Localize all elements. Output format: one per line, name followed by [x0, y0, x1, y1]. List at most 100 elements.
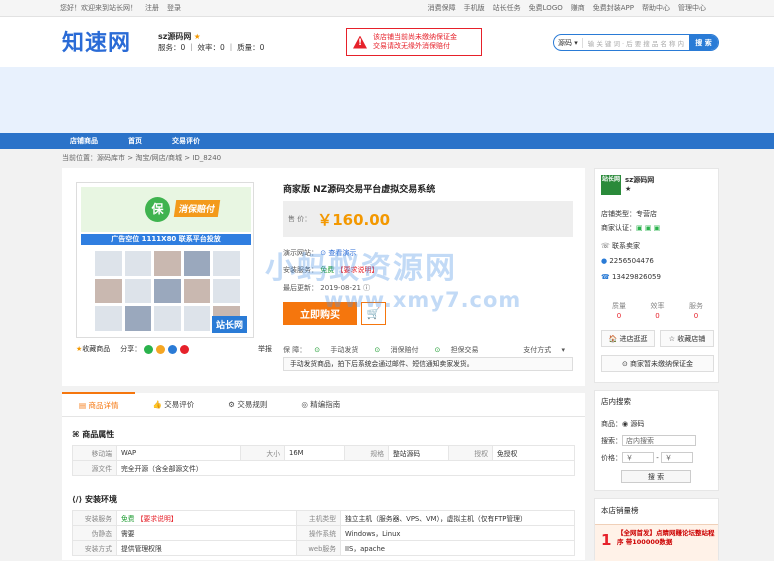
- watermark-text: 小蚂蚁资源网: [265, 251, 457, 286]
- star-icon: ★: [625, 185, 632, 193]
- deposit-warning: ! 该店铺当前尚未缴纳保证金 交易请改无缘外消保赔付: [346, 28, 482, 56]
- collect-product-link[interactable]: 收藏商品: [82, 344, 110, 354]
- site-logo[interactable]: 知速网: [62, 25, 131, 57]
- login-link[interactable]: 登录: [167, 3, 181, 13]
- attrs-title: ⌘ 商品属性: [72, 430, 115, 439]
- shop-search-input[interactable]: 店内搜索: [622, 435, 696, 446]
- collect-shop-button[interactable]: ☆ 收藏店铺: [660, 330, 714, 347]
- rank-item-title[interactable]: 【全网首发】点睛网赚论坛整站程序 带100000数据: [617, 529, 718, 547]
- env-ask-link[interactable]: 【要求说明】: [137, 515, 178, 523]
- search-type-select[interactable]: 源码 ▾: [554, 37, 583, 48]
- shop-type: 店铺类型：专营店: [601, 210, 657, 218]
- price-value: ￥160.00: [317, 210, 391, 229]
- phone-icon: ☎: [601, 273, 610, 281]
- visit-shop-button[interactable]: 🏠 进店逛逛: [601, 330, 655, 347]
- price-box: 售 价： ￥160.00: [283, 201, 573, 237]
- guarantee-manual: ⊙ 手动发货: [314, 346, 359, 354]
- search-button[interactable]: 搜 索: [689, 35, 718, 50]
- top-link-help[interactable]: 帮助中心: [642, 3, 670, 13]
- pay-method-dropdown[interactable]: 支付方式 ▾: [523, 345, 565, 355]
- product-image[interactable]: 保 消保赔付 广告空位 1111X80 联系平台投放 站长网: [76, 182, 254, 338]
- shop-stats: 服务：0 ｜ 效率：0 ｜ 质量：0: [158, 43, 265, 52]
- search-input[interactable]: 输 关 键 词 · 后 要 搜 品 名 称 内: [583, 38, 689, 48]
- search-row: 搜索： 店内搜索: [601, 435, 696, 446]
- shop-cert: 商家认证：▣ ▣ ▣: [601, 224, 661, 232]
- image-ad-strip: 广告空位 1111X80 联系平台投放: [81, 234, 251, 245]
- qq-icon[interactable]: [168, 344, 178, 354]
- shop-name[interactable]: sz源码网: [158, 32, 191, 41]
- env-table: 安装服务 免费 【要求说明】 主机类型 独立主机（服务器、VPS、VM），虚拟主…: [72, 510, 575, 556]
- shop-stats: 质量 0 效率 0 服务 0: [601, 301, 714, 321]
- contact-seller[interactable]: ☏ 联系卖家: [601, 241, 640, 251]
- watermark-url: www.xmy7.com: [324, 288, 522, 312]
- shop-logo[interactable]: 站长网: [601, 175, 621, 195]
- table-row: 安装方式 提供管理权限 web服务 IIS，apache: [72, 540, 575, 556]
- top-link-earn[interactable]: 赚商: [571, 3, 585, 13]
- image-banner: 保 消保赔付: [81, 187, 251, 232]
- shop-info: sz源码网 ★ 服务：0 ｜ 效率：0 ｜ 质量：0: [158, 31, 264, 53]
- price-label: 售 价：: [288, 215, 312, 223]
- table-row: 源文件 完全开源（含全部源文件）: [72, 460, 575, 476]
- nav-shop-goods[interactable]: 店铺商品: [70, 136, 98, 146]
- goods-radio[interactable]: ◉ 源码: [622, 419, 644, 429]
- top-link-guarantee[interactable]: 消费保障: [428, 3, 456, 13]
- product-actions: ★ 收藏商品 分享： 举报: [76, 344, 272, 354]
- wechat-icon[interactable]: [144, 344, 154, 354]
- shop-card: 站长网 sz源码网 ★ 店铺类型：专营店 商家认证：▣ ▣ ▣ ☏ 联系卖家 ●…: [594, 168, 719, 383]
- share-label: 分享：: [120, 345, 142, 353]
- search-bar: 源码 ▾ 输 关 键 词 · 后 要 搜 品 名 称 内 搜 索: [553, 34, 719, 51]
- detail-tabs: ▤ 商品详情 👍 交易评价 ⚙ 交易规则 ◎ 精编指南: [62, 392, 585, 417]
- price-row: 价格： ￥ - ￥: [601, 452, 693, 463]
- stat-service: 服务 0: [689, 302, 703, 320]
- welcome-text: 您好！欢迎来到站长网！: [60, 4, 137, 12]
- header: 知速网 sz源码网 ★ 服务：0 ｜ 效率：0 ｜ 质量：0 ! 该店铺当前尚未…: [0, 17, 774, 67]
- top-link-app[interactable]: 免费封装APP: [593, 3, 634, 13]
- top-link-admin[interactable]: 管理中心: [678, 3, 706, 13]
- top-link-logo[interactable]: 免费LOGO: [529, 3, 563, 13]
- banner-area: [0, 67, 774, 133]
- tab-detail[interactable]: ▤ 商品详情: [62, 392, 136, 416]
- qq-contact[interactable]: ● 2256504476: [601, 257, 654, 265]
- report-link[interactable]: 举报: [258, 344, 272, 354]
- nav-home[interactable]: 首页: [128, 136, 142, 146]
- tab-reviews[interactable]: 👍 交易评价: [135, 392, 211, 416]
- stat-quality: 质量 0: [612, 302, 626, 320]
- guarantee-compensate: ⊙ 消保赔付: [374, 346, 419, 354]
- price-to-input[interactable]: ￥: [660, 452, 693, 463]
- weibo-icon[interactable]: [180, 344, 190, 354]
- register-link[interactable]: 注册: [145, 3, 159, 13]
- tab-rules[interactable]: ⚙ 交易规则: [211, 392, 284, 416]
- guarantee-escrow: ⊙ 担保交易: [434, 346, 479, 354]
- image-watermark: 站长网: [211, 316, 247, 333]
- tab-guide[interactable]: ◎ 精编指南: [284, 392, 357, 416]
- price-from-input[interactable]: ￥: [622, 452, 654, 463]
- shop-nav: 店铺商品 首页 交易评价: [0, 133, 774, 149]
- top-link-mobile[interactable]: 手机版: [464, 3, 485, 13]
- top-bar: 您好！欢迎来到站长网！ 注册 登录 消费保障 手机版 站长任务 免费LOGO 赚…: [0, 0, 774, 17]
- delivery-notice: 手动发货商品，拍下后系统会通过邮件、短信通知卖家发货。: [283, 357, 573, 371]
- guarantee-label: 保 障：: [283, 346, 307, 354]
- warning-icon: !: [353, 35, 367, 49]
- qq-icon: ●: [601, 257, 608, 265]
- qzone-icon[interactable]: [156, 344, 166, 354]
- shop-search-title: 店内搜索: [601, 397, 631, 406]
- phone-contact: ☎ 13429826059: [601, 273, 661, 281]
- shop-search: 店内搜索 商品： ◉ 源码 搜索： 店内搜索 价格： ￥ - ￥ 搜 索: [594, 390, 719, 491]
- warning-line-2: 交易请改无缘外消保赔付: [373, 42, 450, 50]
- rank-number: 1: [601, 531, 612, 549]
- shop-search-button[interactable]: 搜 索: [621, 470, 691, 483]
- star-icon: ★: [193, 32, 201, 41]
- sales-ranking: 本店销量榜 1 【全网首发】点睛网赚论坛整站程序 带100000数据: [594, 498, 719, 561]
- table-row: 移动端 WAP 大小 16M 规格 整站源码 授权 免授权: [72, 445, 575, 461]
- breadcrumb: 当前位置：源码库市 > 淘宝/网店/商城 > ID_8240: [62, 154, 222, 162]
- image-badge: 消保赔付: [173, 200, 221, 217]
- shop-card-name[interactable]: sz源码网: [625, 175, 654, 185]
- ranking-item[interactable]: 1 【全网首发】点睛网赚论坛整站程序 带100000数据: [595, 524, 718, 561]
- shield-icon: 保: [145, 197, 170, 222]
- top-link-tasks[interactable]: 站长任务: [493, 3, 521, 13]
- table-row: 安装服务 免费 【要求说明】 主机类型 独立主机（服务器、VPS、VM），虚拟主…: [72, 510, 575, 526]
- stat-efficiency: 效率 0: [650, 302, 665, 320]
- goods-row: 商品： ◉ 源码: [601, 419, 645, 429]
- warning-line-1: 该店铺当前尚未缴纳保证金: [373, 33, 457, 41]
- nav-reviews[interactable]: 交易评价: [172, 136, 200, 146]
